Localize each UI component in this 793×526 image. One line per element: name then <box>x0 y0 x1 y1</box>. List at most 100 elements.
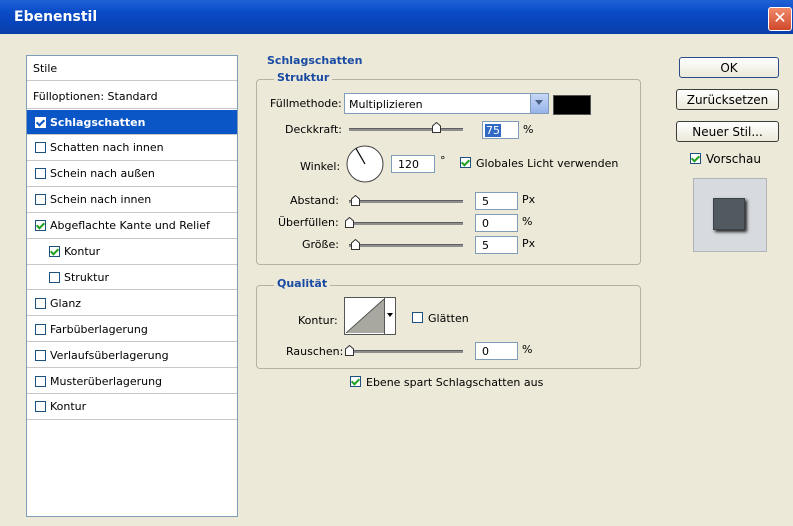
style-item-schein-nach-außen[interactable]: Schein nach außen <box>27 162 237 187</box>
spread-slider-thumb[interactable] <box>345 217 354 228</box>
style-item-checkbox[interactable] <box>35 349 46 361</box>
noise-slider-thumb[interactable] <box>345 345 354 356</box>
contour-picker[interactable] <box>344 297 396 335</box>
noise-value: 0 <box>482 345 489 358</box>
style-item-label: Musterüberlagerung <box>50 374 163 388</box>
style-item-checkbox[interactable] <box>35 168 46 180</box>
styles-header[interactable]: Stile <box>27 56 237 81</box>
knockout-checkbox[interactable] <box>350 376 361 387</box>
style-item-abgeflachte-kante-und-relief[interactable]: Abgeflachte Kante und Relief <box>27 214 237 239</box>
style-item-label: Schein nach außen <box>50 167 155 181</box>
opacity-unit: % <box>523 123 534 136</box>
style-item-checkbox[interactable] <box>35 116 46 128</box>
close-button[interactable]: ✕ <box>768 7 792 31</box>
spread-unit: % <box>522 215 533 228</box>
size-value: 5 <box>482 239 489 252</box>
size-slider-thumb[interactable] <box>351 239 360 250</box>
noise-input[interactable]: 0 <box>475 342 518 360</box>
style-item-struktur[interactable]: Struktur <box>27 265 237 291</box>
contour-dropdown-button[interactable] <box>384 298 395 334</box>
style-item-checkbox[interactable] <box>49 246 60 257</box>
layer-style-dialog: Ebenenstil ✕ Stile Fülloptionen: Standar… <box>0 0 793 526</box>
chevron-down-icon <box>387 313 393 320</box>
contour-label: Kontur: <box>298 314 338 327</box>
opacity-value: 75 <box>485 124 501 137</box>
blend-options-item[interactable]: Fülloptionen: Standard <box>27 84 237 109</box>
style-item-schlagschatten[interactable]: Schlagschatten <box>27 110 237 135</box>
spread-value: 0 <box>482 217 489 230</box>
style-item-checkbox[interactable] <box>35 401 46 413</box>
angle-value: 120 <box>398 158 419 171</box>
window-title: Ebenenstil <box>14 9 98 25</box>
style-item-checkbox[interactable] <box>35 323 46 335</box>
distance-unit: Px <box>522 193 536 206</box>
style-item-label: Schlagschatten <box>50 115 146 129</box>
blend-mode-value: Multiplizieren <box>349 98 423 111</box>
reset-button[interactable]: Zurücksetzen <box>676 89 779 110</box>
size-slider[interactable] <box>349 244 463 247</box>
distance-slider[interactable] <box>349 200 463 203</box>
style-item-label: Schatten nach innen <box>50 141 164 155</box>
preview-checkbox[interactable] <box>690 153 701 164</box>
distance-input[interactable]: 5 <box>475 192 518 210</box>
size-label: Größe: <box>302 238 339 251</box>
contour-preview-icon <box>346 299 384 333</box>
angle-input[interactable]: 120 <box>391 155 435 173</box>
styles-list: Stile Fülloptionen: Standard Schlagschat… <box>26 55 238 517</box>
spread-label: Überfüllen: <box>278 216 339 229</box>
blend-mode-label: Füllmethode: <box>270 97 342 110</box>
opacity-label: Deckkraft: <box>285 123 342 136</box>
distance-slider-thumb[interactable] <box>351 195 360 206</box>
distance-label: Abstand: <box>290 194 339 207</box>
style-item-label: Abgeflachte Kante und Relief <box>50 219 210 233</box>
opacity-slider[interactable] <box>349 128 463 131</box>
style-item-schein-nach-innen[interactable]: Schein nach innen <box>27 188 237 213</box>
chevron-down-icon <box>530 94 548 113</box>
style-item-kontur[interactable]: Kontur <box>27 240 237 265</box>
blend-mode-select[interactable]: Multiplizieren <box>344 93 549 114</box>
title-bar: Ebenenstil ✕ <box>0 0 793 34</box>
style-item-label: Verlaufsüberlagerung <box>50 348 169 362</box>
quality-title: Qualität <box>274 277 331 290</box>
style-item-label: Glanz <box>50 296 82 310</box>
style-item-musterüberlagerung[interactable]: Musterüberlagerung <box>27 369 237 394</box>
style-item-checkbox[interactable] <box>35 297 46 309</box>
shadow-color-swatch[interactable] <box>553 95 591 115</box>
style-item-kontur[interactable]: Kontur <box>27 395 237 420</box>
style-item-checkbox[interactable] <box>35 142 46 154</box>
style-preview <box>693 178 767 252</box>
close-icon: ✕ <box>773 8 787 27</box>
size-input[interactable]: 5 <box>475 236 518 254</box>
style-item-checkbox[interactable] <box>35 375 46 387</box>
distance-value: 5 <box>482 195 489 208</box>
style-item-checkbox[interactable] <box>35 194 46 206</box>
preview-label: Vorschau <box>706 152 761 166</box>
styles-header-label: Stile <box>33 61 58 75</box>
opacity-input[interactable]: 75 <box>482 121 519 139</box>
blend-options-label: Fülloptionen: Standard <box>33 89 158 103</box>
angle-dial[interactable] <box>345 144 385 184</box>
opacity-slider-thumb[interactable] <box>432 122 441 133</box>
spread-input[interactable]: 0 <box>475 214 518 232</box>
structure-title: Struktur <box>274 71 333 84</box>
size-unit: Px <box>522 237 536 250</box>
style-item-label: Kontur <box>50 400 87 414</box>
style-item-label: Farbüberlagerung <box>50 322 148 336</box>
style-item-schatten-nach-innen[interactable]: Schatten nach innen <box>27 136 237 161</box>
global-light-label: Globales Licht verwenden <box>476 157 619 170</box>
antialias-checkbox[interactable] <box>412 312 423 323</box>
preview-swatch <box>713 198 745 230</box>
style-item-glanz[interactable]: Glanz <box>27 291 237 317</box>
new-style-button[interactable]: Neuer Stil... <box>676 121 779 142</box>
style-item-farbüberlagerung[interactable]: Farbüberlagerung <box>27 317 237 343</box>
style-item-label: Schein nach innen <box>50 193 152 207</box>
noise-slider[interactable] <box>349 350 463 353</box>
style-item-checkbox[interactable] <box>49 271 60 283</box>
style-item-verlaufsüberlagerung[interactable]: Verlaufsüberlagerung <box>27 343 237 369</box>
style-item-checkbox[interactable] <box>35 220 46 232</box>
knockout-label: Ebene spart Schlagschatten aus <box>366 376 544 389</box>
style-item-label: Struktur <box>64 270 109 284</box>
global-light-checkbox[interactable] <box>460 157 471 168</box>
spread-slider[interactable] <box>349 222 463 225</box>
ok-button[interactable]: OK <box>679 57 779 78</box>
